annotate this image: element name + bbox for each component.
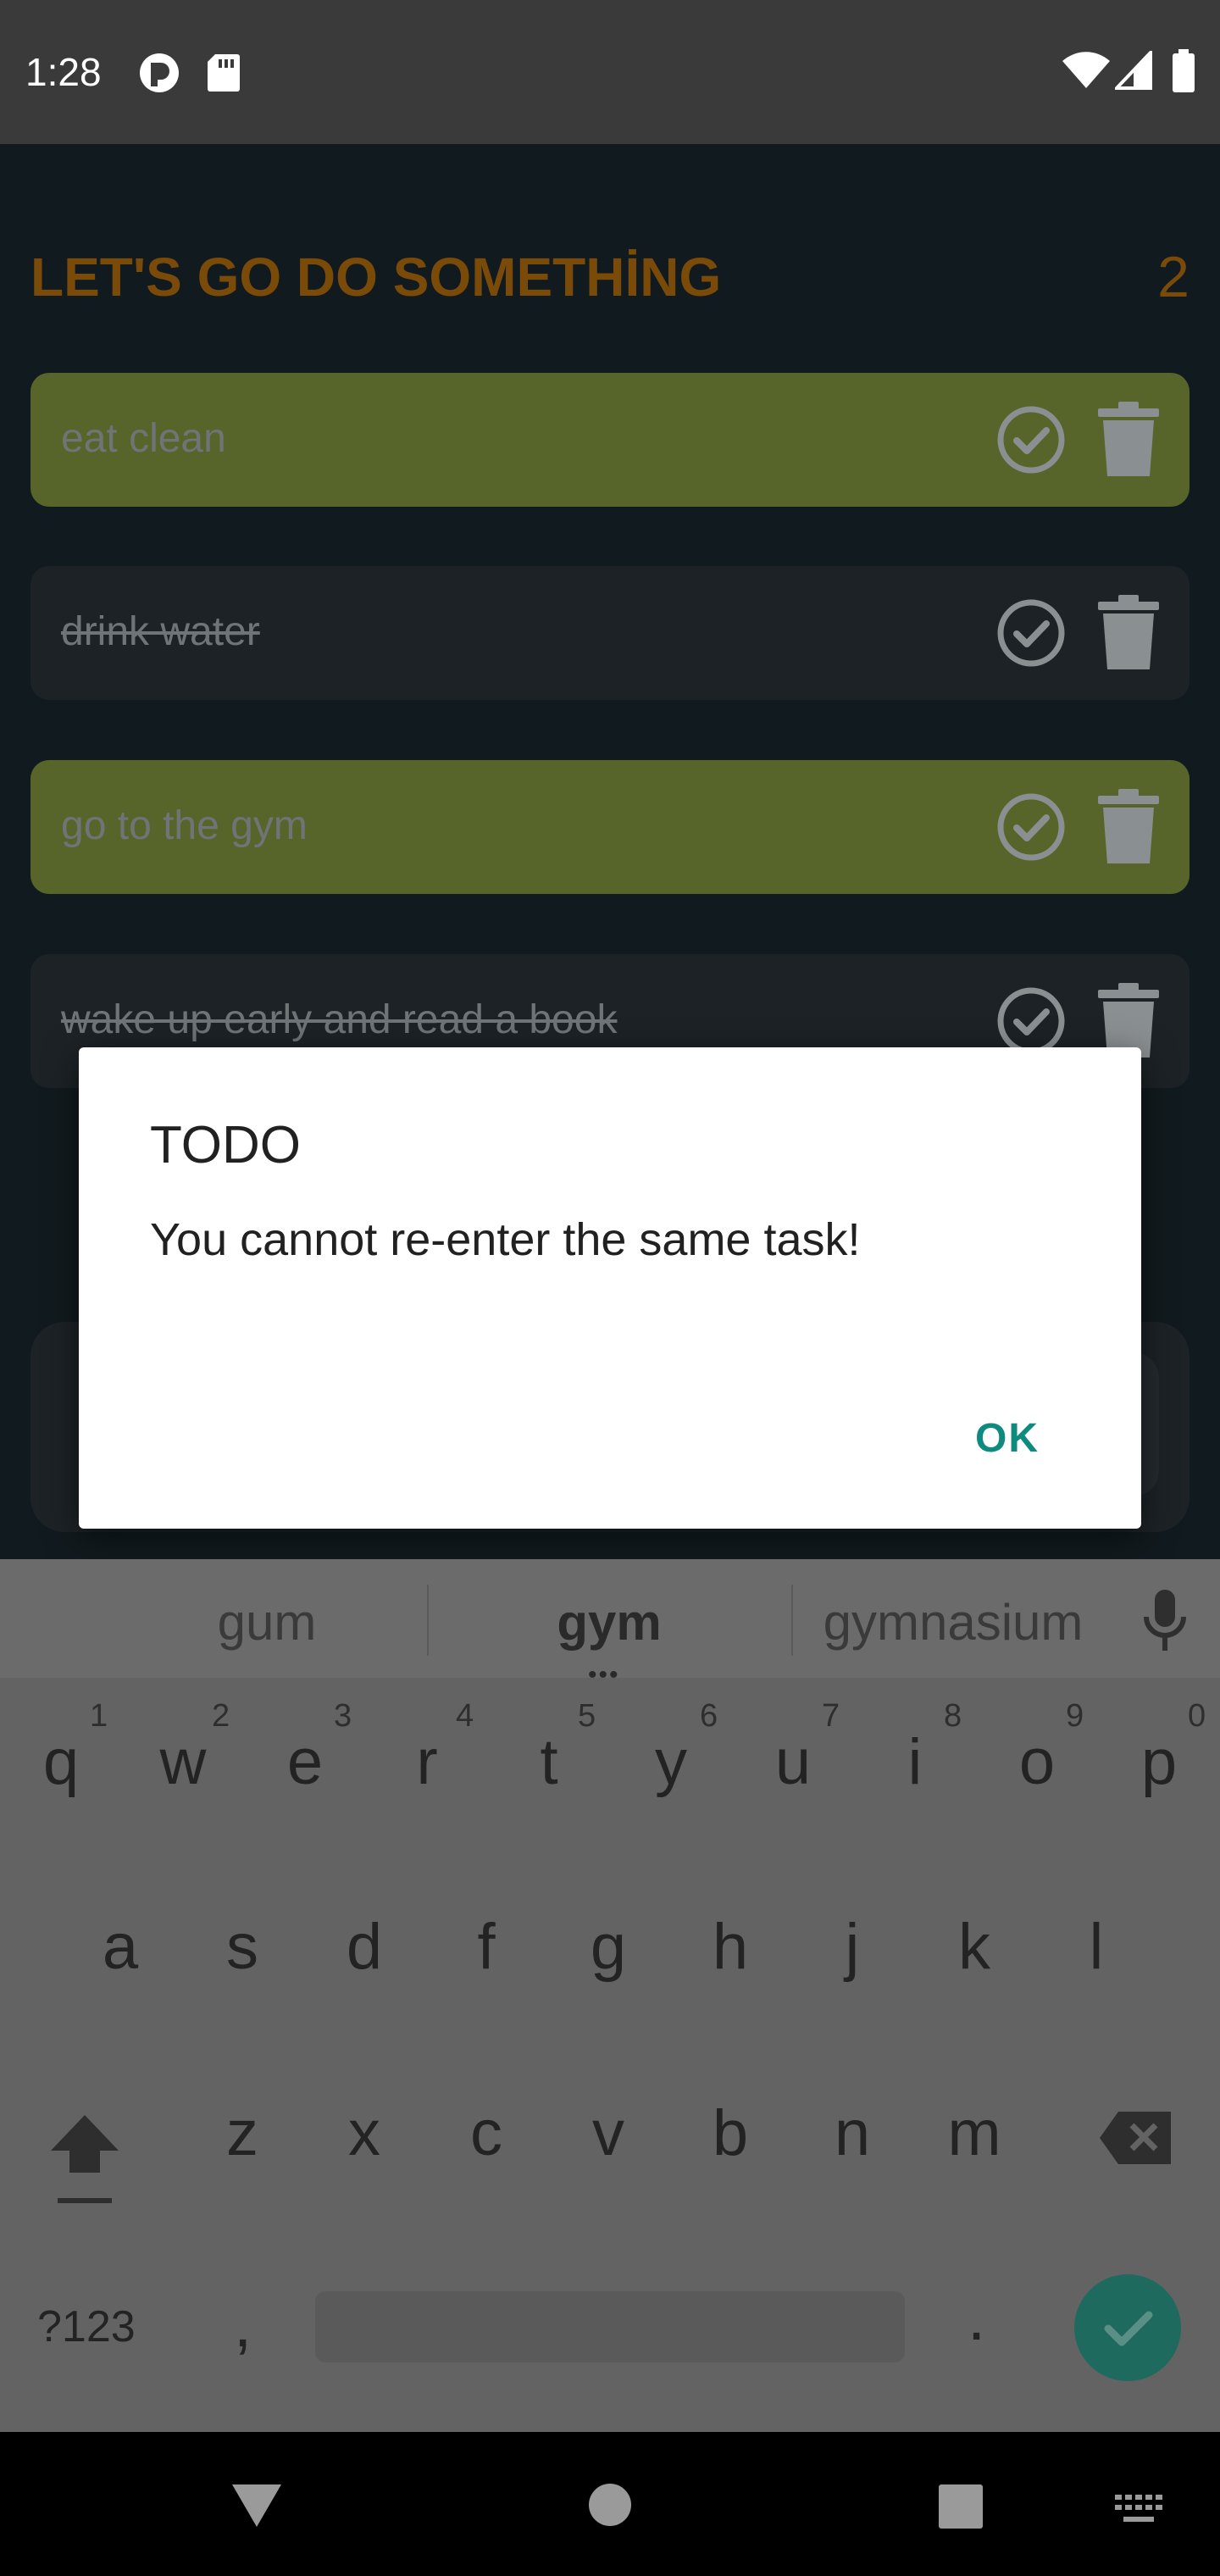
task-count: 2 bbox=[1157, 245, 1190, 309]
trash-icon[interactable] bbox=[1096, 402, 1161, 478]
key-z[interactable]: z bbox=[191, 2096, 293, 2170]
key-c[interactable]: c bbox=[435, 2096, 537, 2170]
key-n[interactable]: n bbox=[801, 2096, 903, 2170]
more-suggestions-icon[interactable]: ••• bbox=[588, 1661, 620, 1690]
pocket-icon bbox=[137, 53, 181, 97]
check-circle-icon[interactable] bbox=[996, 598, 1066, 668]
recents-icon[interactable] bbox=[939, 2484, 983, 2533]
signal-icon bbox=[1112, 48, 1152, 94]
key-l[interactable]: l bbox=[1045, 1910, 1147, 1984]
shift-icon[interactable] bbox=[49, 2113, 120, 2211]
period-key[interactable]: . bbox=[968, 2281, 985, 2355]
microphone-icon[interactable] bbox=[1142, 1590, 1188, 1657]
enter-key[interactable] bbox=[1074, 2274, 1181, 2381]
backspace-icon[interactable] bbox=[1098, 2110, 1173, 2170]
key-m[interactable]: m bbox=[923, 2096, 1025, 2170]
check-circle-icon[interactable] bbox=[996, 792, 1066, 862]
key-k[interactable]: k bbox=[923, 1910, 1025, 1984]
key-u[interactable]: u bbox=[742, 1725, 844, 1799]
task-item[interactable]: eat clean bbox=[30, 373, 1190, 507]
suggestion-center[interactable]: gym bbox=[512, 1593, 707, 1652]
task-item[interactable]: go to the gym bbox=[30, 760, 1190, 894]
key-o[interactable]: o bbox=[986, 1725, 1088, 1799]
key-i[interactable]: i bbox=[864, 1725, 966, 1799]
key-j[interactable]: j bbox=[801, 1910, 903, 1984]
key-q[interactable]: q bbox=[10, 1725, 112, 1799]
status-time: 1:28 bbox=[25, 50, 102, 94]
suggestion-right[interactable]: gymnasium bbox=[809, 1593, 1097, 1652]
divider bbox=[791, 1585, 793, 1656]
key-t[interactable]: t bbox=[498, 1725, 600, 1799]
key-r[interactable]: r bbox=[376, 1725, 478, 1799]
suggestion-strip: gum gym ••• gymnasium bbox=[0, 1559, 1220, 1689]
trash-icon[interactable] bbox=[1096, 595, 1161, 671]
wifi-icon bbox=[1061, 51, 1112, 94]
symbols-key[interactable]: ?123 bbox=[37, 2301, 136, 2352]
battery-icon bbox=[1171, 49, 1196, 97]
trash-icon[interactable] bbox=[1096, 789, 1161, 865]
task-text: go to the gym bbox=[61, 803, 308, 848]
soft-keyboard: gum gym ••• gymnasium 1 2 3 4 5 6 7 8 9 … bbox=[0, 1559, 1220, 2432]
key-e[interactable]: e bbox=[254, 1725, 356, 1799]
status-bar: 1:28 bbox=[0, 0, 1220, 144]
key-x[interactable]: x bbox=[313, 2096, 415, 2170]
key-y[interactable]: y bbox=[620, 1725, 722, 1799]
task-item[interactable]: drink water bbox=[30, 566, 1190, 700]
home-icon[interactable] bbox=[588, 2483, 632, 2531]
sd-card-icon bbox=[207, 53, 241, 97]
navigation-bar bbox=[0, 2432, 1220, 2576]
task-text: drink water bbox=[61, 609, 260, 654]
check-circle-icon[interactable] bbox=[996, 986, 1066, 1056]
key-d[interactable]: d bbox=[313, 1910, 415, 1984]
alert-dialog: TODO You cannot re-enter the same task! … bbox=[79, 1047, 1141, 1529]
check-circle-icon[interactable] bbox=[996, 405, 1066, 475]
back-icon[interactable] bbox=[230, 2483, 283, 2533]
ok-button[interactable]: OK bbox=[975, 1415, 1040, 1462]
checkmark-icon bbox=[1104, 2311, 1153, 2346]
divider bbox=[427, 1585, 429, 1656]
key-v[interactable]: v bbox=[557, 2096, 659, 2170]
key-p[interactable]: p bbox=[1108, 1725, 1210, 1799]
key-w[interactable]: w bbox=[132, 1725, 234, 1799]
key-a[interactable]: a bbox=[69, 1910, 171, 1984]
key-h[interactable]: h bbox=[679, 1910, 781, 1984]
page-title: LET'S GO DO SOMETHİNG bbox=[30, 247, 722, 308]
keyboard-switch-icon[interactable] bbox=[1115, 2495, 1162, 2529]
suggestion-left[interactable]: gum bbox=[169, 1593, 364, 1652]
dialog-title: TODO bbox=[150, 1116, 301, 1174]
key-f[interactable]: f bbox=[435, 1910, 537, 1984]
task-text: wake up early and read a book bbox=[61, 997, 618, 1042]
key-b[interactable]: b bbox=[679, 2096, 781, 2170]
key-g[interactable]: g bbox=[557, 1910, 659, 1984]
comma-key[interactable]: , bbox=[234, 2288, 252, 2362]
spacebar[interactable] bbox=[315, 2291, 905, 2362]
dialog-message: You cannot re-enter the same task! bbox=[150, 1214, 861, 1265]
key-s[interactable]: s bbox=[191, 1910, 293, 1984]
task-text: eat clean bbox=[61, 416, 226, 461]
